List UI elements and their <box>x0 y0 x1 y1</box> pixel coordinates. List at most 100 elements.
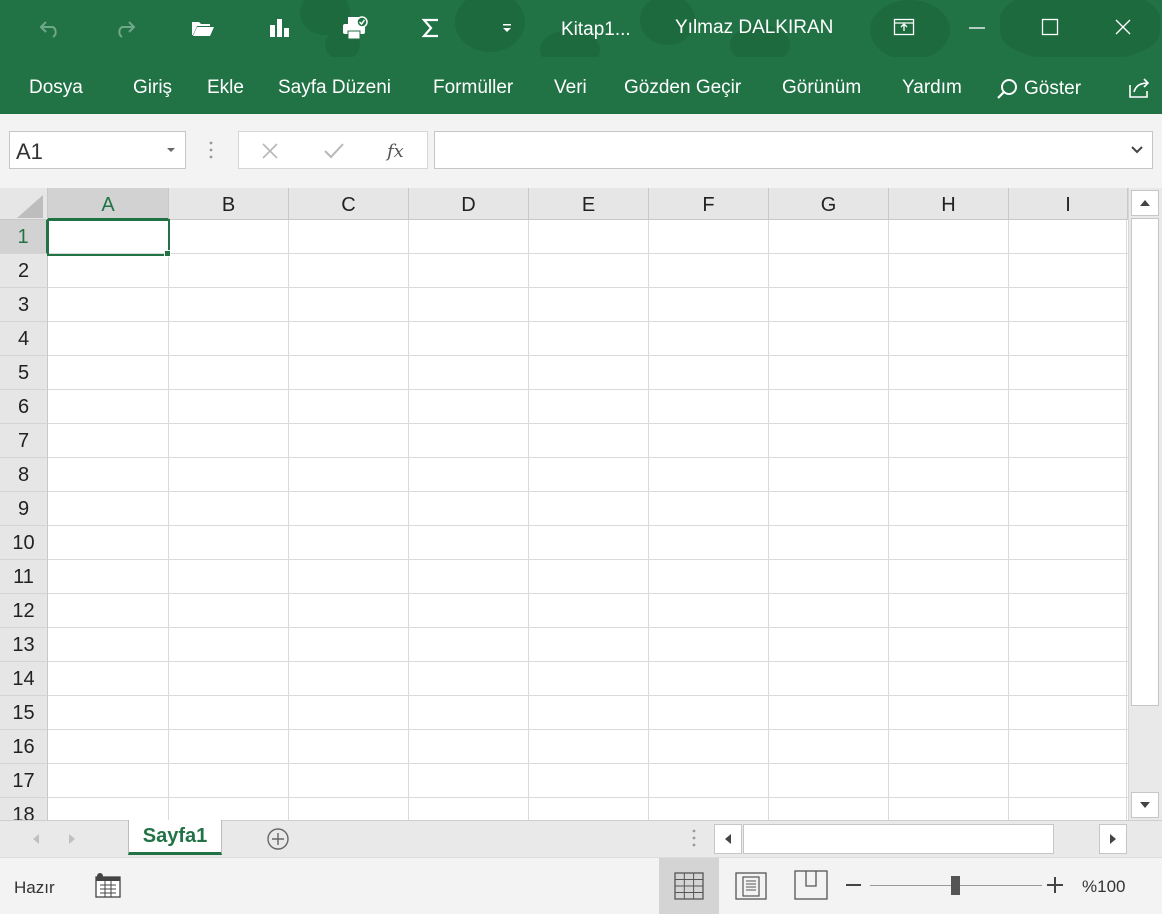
close-icon[interactable] <box>1101 10 1145 44</box>
formula-input[interactable] <box>434 131 1153 169</box>
row-header-1[interactable]: 1 <box>0 220 48 254</box>
tab-giris[interactable]: Giriş <box>133 77 172 99</box>
tab-gozden-gecir[interactable]: Gözden Geçir <box>624 77 741 99</box>
row-header-3[interactable]: 3 <box>0 288 48 322</box>
column-header-h[interactable]: H <box>889 188 1009 220</box>
grid-line <box>48 525 1128 526</box>
scroll-up-button[interactable] <box>1131 190 1159 216</box>
tab-sayfa-duzeni[interactable]: Sayfa Düzeni <box>278 77 391 99</box>
row-header-13[interactable]: 13 <box>0 628 48 662</box>
row-header-2[interactable]: 2 <box>0 254 48 288</box>
row-header-16[interactable]: 16 <box>0 730 48 764</box>
grid-line <box>408 220 409 820</box>
add-sheet-icon[interactable] <box>266 827 290 856</box>
tab-ekle[interactable]: Ekle <box>207 77 244 99</box>
row-header-15[interactable]: 15 <box>0 696 48 730</box>
page-break-view-button[interactable] <box>794 870 828 905</box>
row-header-9[interactable]: 9 <box>0 492 48 526</box>
undo-icon[interactable] <box>35 14 65 42</box>
row-header-6[interactable]: 6 <box>0 390 48 424</box>
scroll-down-button[interactable] <box>1131 792 1159 818</box>
zoom-in-button[interactable] <box>1047 877 1063 893</box>
ribbon-tabs: Dosya Giriş Ekle Sayfa Düzeni Formüller … <box>0 57 1162 114</box>
insert-function-icon[interactable]: fx <box>385 139 409 163</box>
grid-line <box>48 287 1128 288</box>
grid-line <box>528 220 529 820</box>
chevron-down-icon[interactable] <box>167 148 175 152</box>
column-header-i[interactable]: I <box>1009 188 1128 220</box>
row-header-5[interactable]: 5 <box>0 356 48 390</box>
scroll-left-button[interactable] <box>714 824 742 854</box>
drag-handle-icon[interactable] <box>209 141 213 164</box>
tab-dosya[interactable]: Dosya <box>29 77 83 99</box>
enter-icon[interactable] <box>323 142 345 160</box>
customize-qat-icon[interactable] <box>492 14 522 42</box>
grid-line <box>1008 220 1009 820</box>
row-header-18[interactable]: 18 <box>0 798 48 820</box>
page-break-icon <box>794 870 828 900</box>
minimize-icon[interactable] <box>955 10 999 44</box>
maximize-icon[interactable] <box>1028 10 1072 44</box>
vertical-scrollbar[interactable] <box>1128 188 1162 820</box>
zoom-out-button[interactable] <box>846 884 861 886</box>
active-cell-a1[interactable] <box>47 219 170 256</box>
svg-text:fx: fx <box>385 141 404 162</box>
name-box[interactable]: A1 <box>9 131 186 169</box>
row-header-8[interactable]: 8 <box>0 458 48 492</box>
horizontal-scroll-thumb[interactable] <box>743 824 1054 854</box>
column-header-e[interactable]: E <box>529 188 649 220</box>
status-text: Hazır <box>14 878 55 897</box>
column-header-d[interactable]: D <box>409 188 529 220</box>
sheet-tab-sayfa1[interactable]: Sayfa1 <box>128 820 222 855</box>
redo-icon[interactable] <box>110 14 140 42</box>
grid-line <box>48 627 1128 628</box>
zoom-level[interactable]: %100 <box>1082 877 1125 897</box>
column-header-f[interactable]: F <box>649 188 769 220</box>
grid-line <box>168 220 169 820</box>
row-header-11[interactable]: 11 <box>0 560 48 594</box>
cancel-icon[interactable] <box>261 142 279 160</box>
tell-me-search[interactable]: Göster <box>995 76 1081 102</box>
row-header-14[interactable]: 14 <box>0 662 48 696</box>
normal-view-button[interactable] <box>659 858 719 914</box>
column-header-b[interactable]: B <box>169 188 289 220</box>
user-name[interactable]: Yılmaz DALKIRAN <box>675 17 833 39</box>
zoom-slider-thumb[interactable] <box>951 876 960 895</box>
next-sheet-icon[interactable] <box>68 833 76 845</box>
tab-veri[interactable]: Veri <box>554 77 587 99</box>
macro-recording-icon[interactable] <box>95 872 121 903</box>
tab-yardim[interactable]: Yardım <box>902 77 962 99</box>
worksheet-grid: A B C D E F G H I 1 2 3 4 5 6 7 8 9 10 1… <box>0 188 1128 820</box>
expand-formula-bar-icon[interactable] <box>1130 144 1144 156</box>
row-header-17[interactable]: 17 <box>0 764 48 798</box>
grid-line <box>48 729 1128 730</box>
chart-icon[interactable] <box>264 14 294 42</box>
grid-line <box>288 220 289 820</box>
row-header-7[interactable]: 7 <box>0 424 48 458</box>
print-preview-icon[interactable] <box>340 14 370 42</box>
cell-area[interactable] <box>48 220 1128 820</box>
search-label: Göster <box>1024 78 1082 99</box>
fill-handle[interactable] <box>164 250 171 257</box>
row-header-4[interactable]: 4 <box>0 322 48 356</box>
tab-gorunum[interactable]: Görünüm <box>782 77 861 99</box>
tab-formuller[interactable]: Formüller <box>433 77 513 99</box>
column-header-a[interactable]: A <box>48 188 169 220</box>
ribbon-display-icon[interactable] <box>882 10 926 44</box>
horizontal-scrollbar[interactable] <box>714 824 1127 854</box>
prev-sheet-icon[interactable] <box>32 833 40 845</box>
row-header-10[interactable]: 10 <box>0 526 48 560</box>
grid-line <box>48 321 1128 322</box>
column-header-g[interactable]: G <box>769 188 889 220</box>
scroll-right-button[interactable] <box>1099 824 1127 854</box>
autosum-icon[interactable] <box>416 14 446 42</box>
page-layout-view-button[interactable] <box>735 872 767 905</box>
formula-buttons: fx <box>238 131 428 169</box>
column-header-c[interactable]: C <box>289 188 409 220</box>
select-all-button[interactable] <box>0 188 48 220</box>
open-folder-icon[interactable] <box>188 14 218 42</box>
row-header-12[interactable]: 12 <box>0 594 48 628</box>
vertical-scroll-thumb[interactable] <box>1131 218 1159 706</box>
drag-handle-icon[interactable] <box>692 829 696 852</box>
share-icon[interactable] <box>1127 77 1153 104</box>
